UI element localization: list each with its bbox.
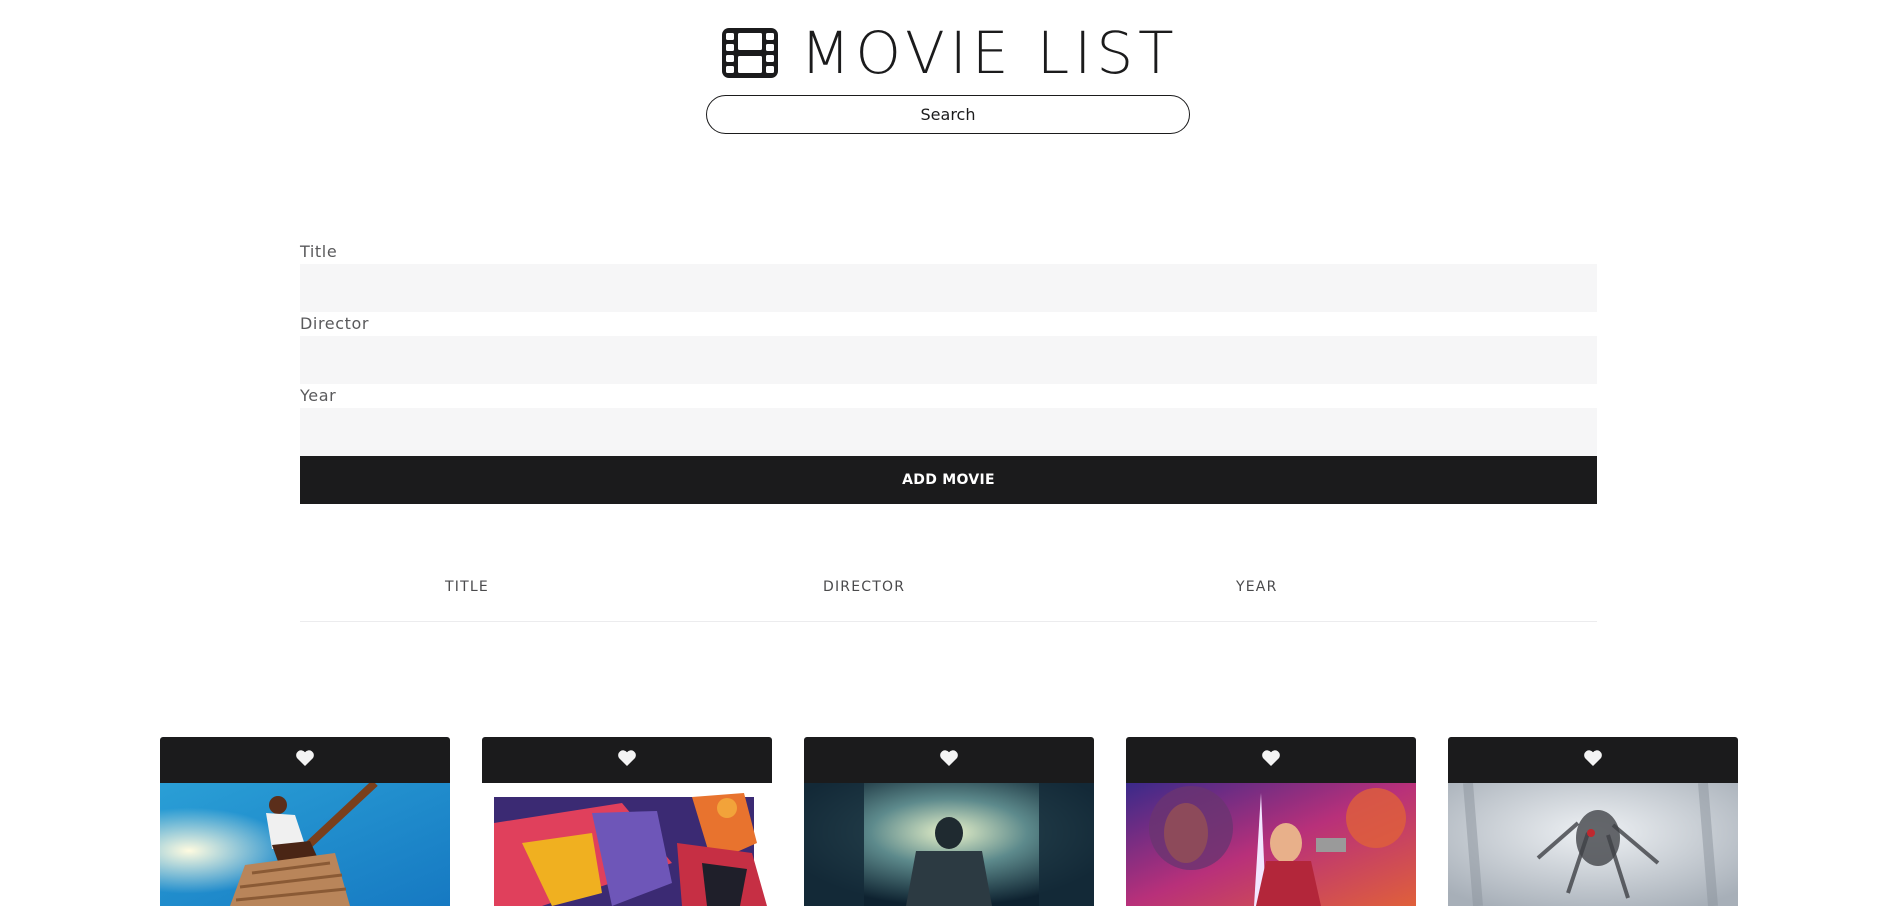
movie-poster [160, 780, 450, 906]
movie-card[interactable] [1126, 737, 1416, 906]
favorite-button[interactable] [1448, 737, 1738, 783]
film-icon [722, 28, 779, 78]
add-movie-form: Title Director Year ADD MOVIE [300, 240, 1597, 504]
column-header-director: DIRECTOR [823, 579, 906, 595]
brand: MOVIE LIST [722, 20, 1178, 86]
page-title: MOVIE LIST [800, 19, 1179, 87]
year-field[interactable] [300, 408, 1597, 456]
page-header: MOVIE LIST [0, 20, 1901, 86]
favorite-button[interactable] [804, 737, 1094, 783]
heart-icon [1261, 749, 1281, 771]
movie-poster [1448, 782, 1738, 906]
movie-poster [804, 783, 1094, 906]
search-input[interactable] [706, 95, 1190, 134]
heart-icon [617, 749, 637, 771]
title-label: Title [300, 242, 338, 261]
favorite-button[interactable] [1126, 737, 1416, 783]
favorite-button[interactable] [160, 737, 450, 783]
favorite-button[interactable] [482, 737, 772, 783]
movie-card[interactable] [804, 737, 1094, 906]
movie-card[interactable] [160, 737, 450, 906]
movie-card[interactable] [482, 737, 772, 906]
movie-poster [482, 783, 772, 906]
year-label: Year [300, 386, 337, 405]
director-label: Director [300, 314, 370, 333]
movie-table-header: TITLE DIRECTOR YEAR [300, 569, 1597, 622]
movie-card[interactable] [1448, 737, 1738, 906]
column-header-title: TITLE [445, 579, 489, 595]
title-field[interactable] [300, 264, 1597, 312]
director-field[interactable] [300, 336, 1597, 384]
add-movie-button[interactable]: ADD MOVIE [300, 456, 1597, 504]
heart-icon [295, 749, 315, 771]
heart-icon [939, 749, 959, 771]
movie-cards [0, 737, 1901, 906]
movie-poster [1126, 783, 1416, 906]
column-header-year: YEAR [1236, 579, 1278, 595]
heart-icon [1583, 749, 1603, 771]
